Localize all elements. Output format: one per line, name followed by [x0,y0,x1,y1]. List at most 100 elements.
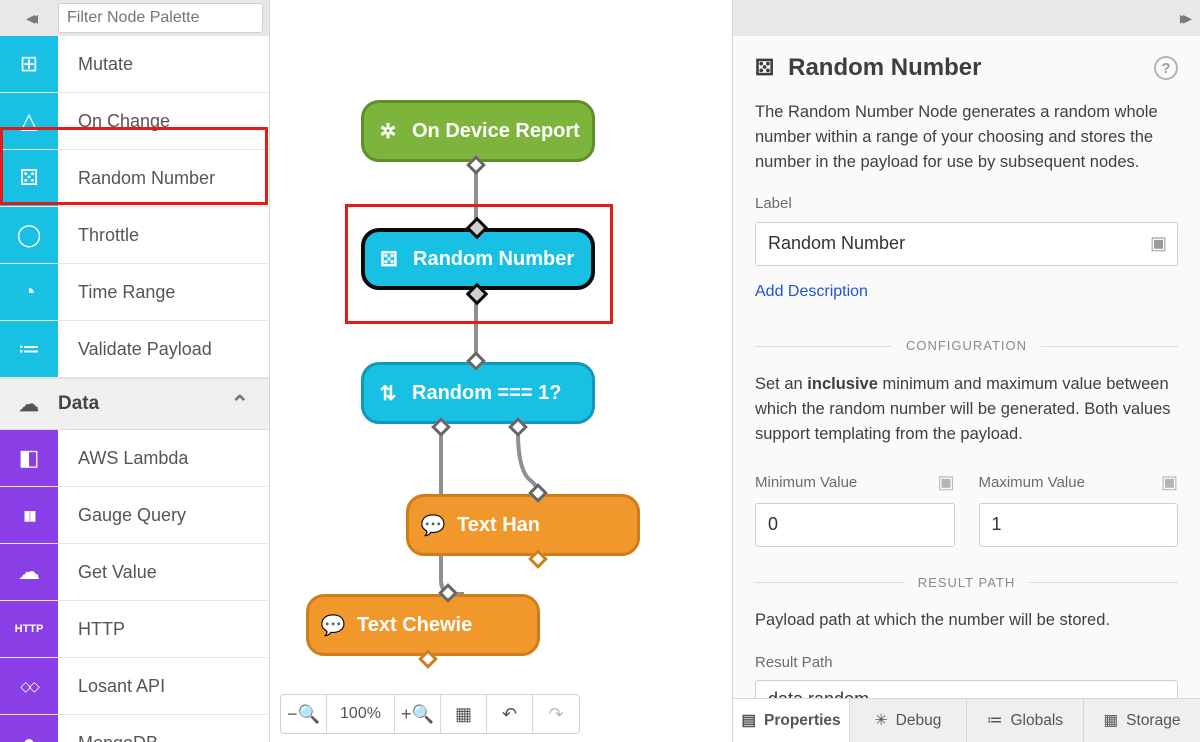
expand-panel-button[interactable]: ▸▸ [733,0,1200,36]
add-description-link[interactable]: Add Description [755,280,868,304]
node-random-equals-one[interactable]: ⇅ Random === 1? [361,362,595,424]
min-value-label: Minimum Value▣ [755,469,955,496]
panel-tabs: ▤ Properties ✳ Debug ≔ Globals ▦ Storage [733,698,1200,742]
node-text-han[interactable]: 💬 Text Han [406,494,640,556]
section-result-path: RESULT PATH [755,573,1178,593]
panel-title: Random Number [788,54,981,82]
result-path-label: Result Path [755,652,1178,675]
palette-item-label: HTTP [58,619,125,640]
palette-item-label: Gauge Query [58,505,186,526]
tab-debug[interactable]: ✳ Debug [850,699,967,742]
zoom-out-button[interactable]: −🔍 [281,695,327,733]
palette-item-label: Time Range [58,282,175,303]
on-change-icon: △ [0,93,58,149]
node-label: On Device Report [412,120,580,143]
palette-item-http[interactable]: HTTP HTTP [0,601,269,658]
help-button[interactable]: ? [1154,56,1178,80]
tab-label: Properties [764,712,841,730]
throttle-icon: ◯ [0,207,58,263]
tab-storage[interactable]: ▦ Storage [1084,699,1200,742]
palette-item-aws-lambda[interactable]: ◧ AWS Lambda [0,430,269,487]
palette-item-label: Losant API [58,676,165,697]
aws-lambda-icon: ◧ [0,430,58,486]
palette-item-mongodb[interactable]: ● MongoDB [0,715,269,742]
get-value-icon: ☁ [0,544,58,600]
tab-properties[interactable]: ▤ Properties [733,699,850,742]
validate-payload-icon: ≔ [0,321,58,377]
mutate-icon: ⊞ [0,36,58,92]
tab-label: Debug [896,712,942,730]
gauge-query-icon: ▮▮ [0,487,58,543]
globals-tab-icon: ≔ [987,711,1003,730]
label-field-label: Label [755,193,1178,216]
node-label: Text Han [457,514,540,537]
palette-filter-input[interactable] [58,3,263,33]
palette-topbar: ◂◂ [0,0,269,36]
template-hint-icon: ▣ [937,469,954,496]
chevron-up-icon: ⌃ [231,391,249,417]
debug-tab-icon: ✳ [875,711,888,730]
palette-item-label: MongoDB [58,733,158,742]
node-label: Text Chewie [357,614,472,637]
storage-tab-icon: ▦ [1104,711,1119,730]
node-label: Random Number [413,248,574,271]
palette-item-label: On Change [58,111,170,132]
palette-item-label: Random Number [58,168,215,189]
redo-button[interactable]: ↷ [533,695,579,733]
properties-tab-icon: ▤ [741,711,756,730]
min-value-input[interactable]: 0 [755,503,955,547]
node-on-device-report[interactable]: ✲ On Device Report [361,100,595,162]
label-input[interactable]: Random Number ▣ [755,222,1178,266]
trigger-icon: ✲ [364,119,412,144]
zoom-level: 100% [327,695,395,733]
http-icon: HTTP [0,601,58,657]
palette-item-on-change[interactable]: △ On Change [0,93,269,150]
max-value-input[interactable]: 1 [979,503,1179,547]
grid-toggle-button[interactable]: ▦ [441,695,487,733]
node-label: Random === 1? [412,382,562,405]
sms-icon: 💬 [309,613,357,638]
zoom-toolbar: −🔍 100% +🔍 ▦ ↶ ↷ [280,694,580,734]
panel-title-row: ⚄ Random Number ? [733,36,1200,96]
node-description: The Random Number Node generates a rando… [755,100,1178,175]
tab-label: Globals [1010,712,1063,730]
palette-item-random-number[interactable]: ⚄ Random Number [0,150,269,207]
node-palette: ◂◂ ⊞ Mutate △ On Change ⚄ Random Number … [0,0,270,742]
max-value-label: Maximum Value▣ [979,469,1179,496]
palette-item-get-value[interactable]: ☁ Get Value [0,544,269,601]
palette-item-label: Throttle [58,225,139,246]
sms-icon: 💬 [409,513,457,538]
node-text-chewie[interactable]: 💬 Text Chewie [306,594,540,656]
random-number-icon: ⚄ [755,55,774,81]
badge-icon: ▣ [1150,230,1167,257]
undo-button[interactable]: ↶ [487,695,533,733]
tab-globals[interactable]: ≔ Globals [967,699,1084,742]
losant-api-icon: ◇◇ [0,658,58,714]
palette-item-losant-api[interactable]: ◇◇ Losant API [0,658,269,715]
configuration-help-text: Set an inclusive minimum and maximum val… [755,372,1178,447]
palette-item-time-range[interactable]: ◔ Time Range [0,264,269,321]
collapse-palette-button[interactable]: ◂◂ [0,0,58,36]
palette-item-label: AWS Lambda [58,448,188,469]
cloud-icon: ☁ [0,392,58,417]
section-configuration: CONFIGURATION [755,336,1178,356]
zoom-in-button[interactable]: +🔍 [395,695,441,733]
result-help-text: Payload path at which the number will be… [755,608,1178,633]
palette-category-data[interactable]: ☁ Data ⌃ [0,378,269,430]
palette-item-validate-payload[interactable]: ≔ Validate Payload [0,321,269,378]
palette-item-label: Get Value [58,562,157,583]
palette-item-throttle[interactable]: ◯ Throttle [0,207,269,264]
workflow-canvas[interactable]: ✲ On Device Report ⚄ Random Number ⇅ Ran… [270,0,732,742]
time-range-icon: ◔ [0,264,58,320]
template-hint-icon: ▣ [1161,469,1178,496]
random-number-icon: ⚄ [0,150,58,206]
properties-panel: ▸▸ ⚄ Random Number ? The Random Number N… [732,0,1200,742]
mongodb-icon: ● [0,715,58,742]
palette-item-label: Validate Payload [58,339,212,360]
palette-category-label: Data [58,393,99,415]
conditional-icon: ⇅ [364,381,412,406]
palette-item-gauge-query[interactable]: ▮▮ Gauge Query [0,487,269,544]
random-number-node-icon: ⚄ [365,247,413,272]
palette-item-mutate[interactable]: ⊞ Mutate [0,36,269,93]
palette-item-label: Mutate [58,54,133,75]
